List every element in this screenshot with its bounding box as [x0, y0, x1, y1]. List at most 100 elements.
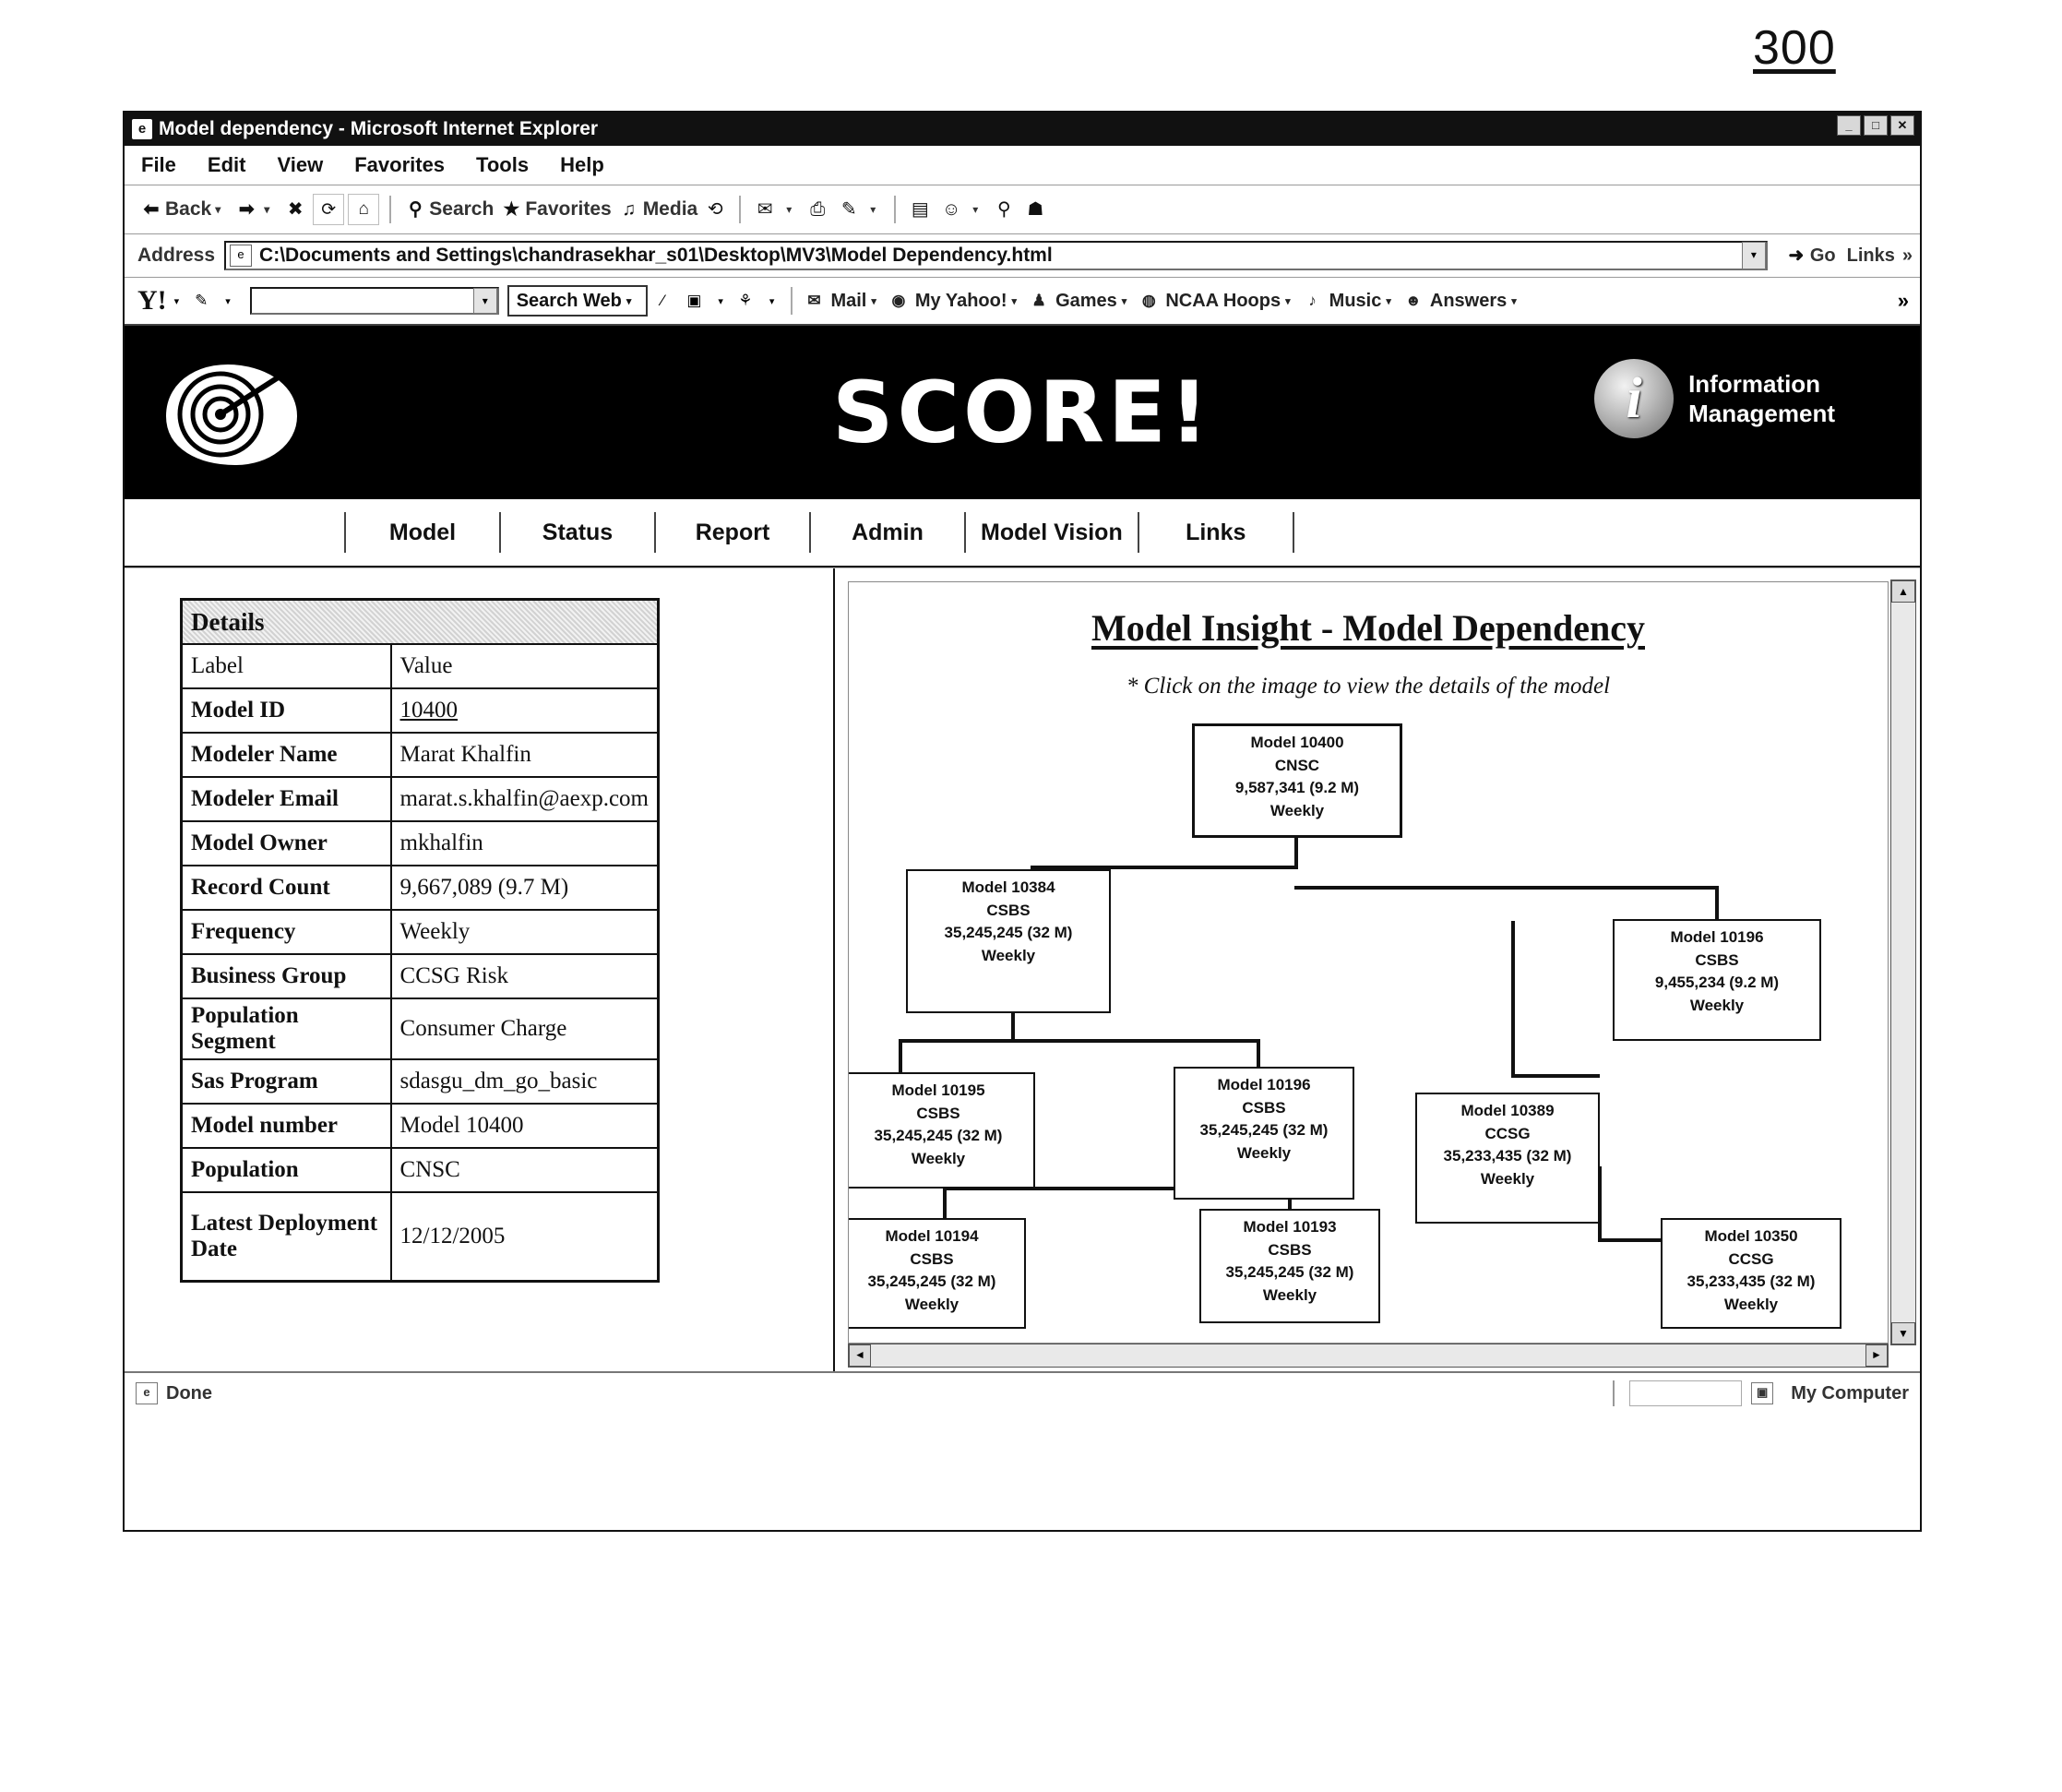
- yahoo-item-answers[interactable]: ☻ Answers ▾: [1401, 290, 1524, 312]
- favorites-button[interactable]: ★ Favorites: [497, 196, 611, 223]
- menu-item-file[interactable]: File: [141, 153, 176, 177]
- messenger-dropdown-icon[interactable]: ▾: [972, 203, 978, 216]
- yahoo-pencil-dropdown-icon[interactable]: ▾: [225, 295, 231, 307]
- node-10194-records: 35,245,245 (32 M): [867, 1272, 996, 1291]
- address-input[interactable]: e C:\Documents and Settings\chandrasekha…: [224, 241, 1768, 270]
- yahoo-highlight-icon[interactable]: ⁄: [650, 290, 674, 312]
- menu-item-view[interactable]: View: [277, 153, 323, 177]
- details-pane: Details Label Value Model ID 10400 Model…: [125, 568, 835, 1371]
- discuss-icon[interactable]: ▤: [906, 196, 934, 223]
- yahoo-mail-dropdown-icon[interactable]: ▾: [871, 295, 876, 307]
- nav-item-model[interactable]: Model: [346, 512, 501, 553]
- row-value-population-segment: Consumer Charge: [389, 998, 660, 1060]
- yahoo-antispy-dropdown-icon[interactable]: ▾: [769, 295, 775, 307]
- yahoo-search-dropdown-icon[interactable]: ▾: [472, 288, 497, 314]
- yahoo-item-music[interactable]: ♪ Music ▾: [1301, 290, 1399, 312]
- yahoo-item-mail[interactable]: ✉ Mail ▾: [802, 290, 883, 312]
- graph-node-10389[interactable]: Model 10389 CCSG 35,233,435 (32 M) Weekl…: [1415, 1093, 1600, 1224]
- nav-item-model-vision[interactable]: Model Vision: [966, 512, 1139, 553]
- scroll-left-icon[interactable]: ◄: [849, 1344, 871, 1367]
- status-text: Done: [166, 1382, 212, 1404]
- diagram-pane: Model Insight - Model Dependency * Click…: [835, 568, 1920, 1371]
- graph-node-10400[interactable]: Model 10400 CNSC 9,587,341 (9.2 M) Weekl…: [1192, 723, 1402, 838]
- model-id-link[interactable]: 10400: [400, 698, 459, 723]
- menu-item-edit[interactable]: Edit: [208, 153, 246, 177]
- mail-dropdown-icon[interactable]: ▾: [786, 203, 792, 216]
- yahoo-item-games[interactable]: ♟ Games ▾: [1027, 290, 1134, 312]
- back-dropdown-icon[interactable]: ▾: [215, 203, 221, 216]
- node-10196b-records: 9,455,234 (9.2 M): [1654, 974, 1780, 992]
- yahoo-popup-dropdown-icon[interactable]: ▾: [718, 295, 723, 307]
- messenger-icon[interactable]: ☺: [937, 196, 965, 223]
- node-10384-name: Model 10384: [961, 878, 1055, 896]
- print-icon[interactable]: ⎙: [804, 196, 831, 223]
- row-value-model-id[interactable]: 10400: [389, 687, 660, 734]
- scroll-down-icon[interactable]: ▼: [1891, 1322, 1915, 1344]
- edge-10384-span: [899, 1039, 1260, 1043]
- people-icon[interactable]: ☗: [1021, 196, 1049, 223]
- media-button[interactable]: ♫ Media: [615, 196, 697, 223]
- status-zone-label: My Computer: [1791, 1382, 1909, 1404]
- go-button[interactable]: ➜ Go: [1782, 242, 1835, 269]
- nav-item-report[interactable]: Report: [656, 512, 811, 553]
- yahoo-item-my-yahoo[interactable]: ◉ My Yahoo! ▾: [887, 290, 1024, 312]
- yahoo-popup-blocker-icon[interactable]: ▣: [682, 290, 706, 312]
- forward-button[interactable]: ➡ ▾: [232, 196, 278, 223]
- nav-item-status[interactable]: Status: [501, 512, 656, 553]
- yahoo-ncaa-dropdown-icon[interactable]: ▾: [1285, 295, 1291, 307]
- yahoo-logo-dropdown-icon[interactable]: ▾: [174, 295, 180, 307]
- graph-node-10196[interactable]: Model 10196 CSBS 35,245,245 (32 M) Weekl…: [1174, 1067, 1354, 1200]
- toolbar-separator-3: [894, 196, 897, 223]
- yahoo-search-input[interactable]: ▾: [249, 287, 499, 315]
- mail-icon[interactable]: ✉: [751, 196, 779, 223]
- yahoo-my-yahoo-dropdown-icon[interactable]: ▾: [1012, 295, 1018, 307]
- yahoo-item-ncaa-hoops[interactable]: ◍ NCAA Hoops ▾: [1137, 290, 1297, 312]
- scroll-up-icon[interactable]: ▲: [1891, 580, 1915, 603]
- graph-node-10350[interactable]: Model 10350 CCSG 35,233,435 (32 M) Weekl…: [1661, 1218, 1841, 1329]
- home-icon[interactable]: ⌂: [348, 194, 380, 225]
- security-zone[interactable]: ▣ My Computer: [1613, 1380, 1909, 1406]
- links-button[interactable]: Links: [1847, 245, 1895, 267]
- edit-icon[interactable]: ✎: [835, 196, 863, 223]
- graph-node-10195[interactable]: Model 10195 CSBS 35,245,245 (32 M) Weekl…: [849, 1072, 1035, 1189]
- search-button[interactable]: ⚲ Search: [401, 196, 494, 223]
- address-dropdown-icon[interactable]: ▾: [1741, 242, 1766, 269]
- yahoo-search-button-dropdown-icon[interactable]: ▾: [626, 295, 632, 307]
- research-icon[interactable]: ⚲: [990, 196, 1018, 223]
- yahoo-pencil-icon[interactable]: ✎: [189, 290, 213, 312]
- edge-root-down: [1294, 838, 1298, 869]
- music-icon: ♪: [1308, 292, 1317, 309]
- forward-dropdown-icon[interactable]: ▾: [264, 203, 269, 216]
- menu-item-tools[interactable]: Tools: [476, 153, 529, 177]
- row-value-business-group: CCSG Risk: [389, 953, 660, 999]
- refresh-icon[interactable]: ⟳: [313, 194, 345, 225]
- minimize-button[interactable]: _: [1837, 115, 1861, 136]
- address-overflow-icon[interactable]: »: [1902, 245, 1913, 267]
- diagram-horizontal-scrollbar[interactable]: ◄ ►: [848, 1344, 1889, 1368]
- yahoo-answers-dropdown-icon[interactable]: ▾: [1511, 295, 1517, 307]
- graph-node-10196-right[interactable]: Model 10196 CSBS 9,455,234 (9.2 M) Weekl…: [1613, 919, 1821, 1041]
- nav-item-links[interactable]: Links: [1139, 512, 1294, 553]
- menu-item-favorites[interactable]: Favorites: [354, 153, 445, 177]
- graph-node-10194[interactable]: Model 10194 CSBS 35,245,245 (32 M) Weekl…: [849, 1218, 1026, 1329]
- go-arrow-icon: ➜: [1788, 245, 1805, 266]
- stop-icon[interactable]: ✖: [281, 196, 309, 223]
- scroll-right-icon[interactable]: ►: [1865, 1344, 1888, 1367]
- yahoo-music-dropdown-icon[interactable]: ▾: [1386, 295, 1391, 307]
- node-10195-records: 35,245,245 (32 M): [874, 1127, 1003, 1145]
- maximize-button[interactable]: □: [1864, 115, 1888, 136]
- history-icon[interactable]: ⟲: [701, 196, 729, 223]
- graph-node-10384[interactable]: Model 10384 CSBS 35,245,245 (32 M) Weekl…: [906, 869, 1111, 1013]
- nav-item-admin[interactable]: Admin: [811, 512, 966, 553]
- menu-item-help[interactable]: Help: [560, 153, 604, 177]
- close-button[interactable]: ✕: [1890, 115, 1914, 136]
- yahoo-overflow-icon[interactable]: »: [1898, 289, 1909, 313]
- yahoo-search-button[interactable]: Search Web ▾: [507, 285, 649, 317]
- graph-node-10193[interactable]: Model 10193 CSBS 35,245,245 (32 M) Weekl…: [1199, 1209, 1380, 1323]
- edit-dropdown-icon[interactable]: ▾: [870, 203, 876, 216]
- yahoo-antispy-icon[interactable]: ⚘: [733, 290, 757, 312]
- back-button[interactable]: ⬅ Back ▾: [137, 196, 229, 223]
- yahoo-games-dropdown-icon[interactable]: ▾: [1122, 295, 1127, 307]
- diagram-vertical-scrollbar[interactable]: ▲ ▼: [1890, 579, 1916, 1345]
- yahoo-logo-icon[interactable]: Y!: [137, 285, 167, 317]
